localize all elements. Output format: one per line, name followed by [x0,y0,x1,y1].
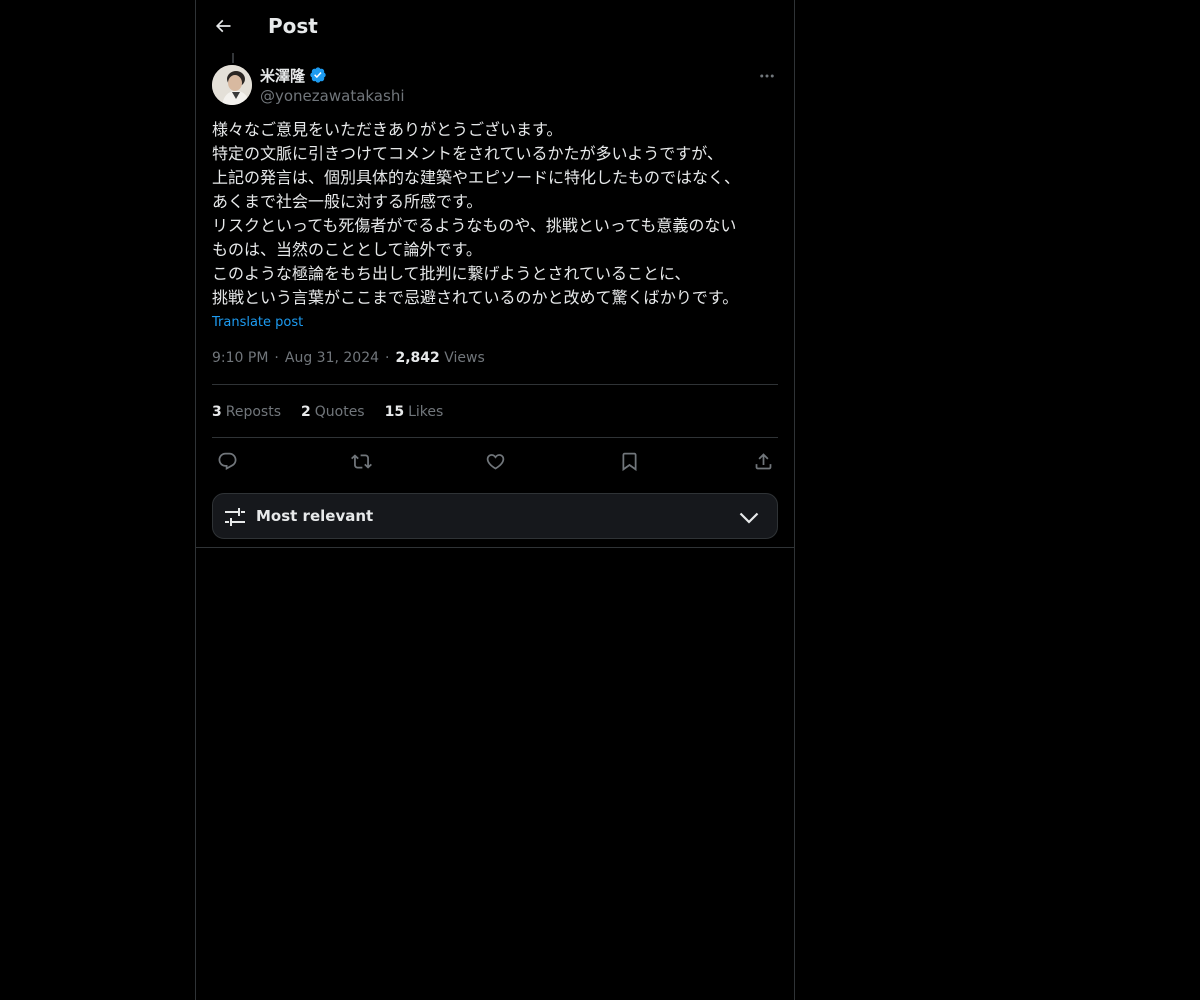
author-handle[interactable]: @yonezawatakashi [260,86,405,106]
views-label: Views [444,350,485,366]
quotes-stat[interactable]: 2 Quotes [301,402,365,422]
more-horizontal-icon [760,74,774,78]
meta-separator: · [274,350,279,366]
repost-button[interactable] [346,446,376,476]
author-name-row: 米澤隆 [260,64,327,86]
post-text-line: 特定の文脈に引きつけてコメントをされているかたが多いようですが、 [212,144,723,163]
post-text-line: 挑戦という言葉がここまで忌避されているのかと改めて驚くばかりです。 [212,288,739,307]
bookmark-icon [622,452,636,471]
quotes-count: 2 [301,404,311,420]
avatar[interactable] [212,65,252,105]
verified-badge-icon[interactable] [309,66,327,84]
post-text-line: あくまで社会一般に対する所感です。 [212,192,483,211]
translate-post-link[interactable]: Translate post [212,314,303,332]
avatar-image [212,65,252,105]
post-text-line: 様々なご意見をいただきありがとうございます。 [212,120,563,139]
post-text-line: このような極論をもち出して批判に繋げようとされていることに、 [212,264,691,283]
post-meta: 9:10 PM · Aug 31, 2024 · 2,842 Views [212,348,485,368]
post-header: Post [196,0,794,53]
main-column: Post 米澤隆 @yonezawatakashi 様々なご意見をいただきありが [195,0,795,1000]
meta-separator: · [385,350,390,366]
chevron-down-icon [739,512,759,524]
post-date[interactable]: Aug 31, 2024 [285,348,379,368]
arrow-left-icon [215,19,231,33]
reply-sort-dropdown[interactable]: Most relevant [212,493,778,539]
like-button[interactable] [480,446,510,476]
likes-stat[interactable]: 15 Likes [385,402,444,422]
share-icon [755,452,771,469]
author-display-name[interactable]: 米澤隆 [260,65,305,86]
reply-button[interactable] [212,446,242,476]
post-time[interactable]: 9:10 PM [212,348,268,368]
likes-count: 15 [384,404,405,420]
reposts-stat[interactable]: 3 Reposts [212,402,281,422]
post-text-line: ものは、当然のこととして論外です。 [212,240,482,259]
divider [212,384,778,385]
repost-icon [350,453,372,469]
more-options-button[interactable] [754,63,780,89]
reposts-count: 3 [212,404,222,420]
bookmark-button[interactable] [614,446,644,476]
likes-label: Likes [408,404,444,420]
page-title: Post [268,14,318,38]
reposts-label: Reposts [225,404,281,420]
post-text: 様々なご意見をいただきありがとうございます。 特定の文脈に引きつけてコメントをさ… [212,118,778,310]
post-actions [212,446,778,476]
back-button[interactable] [208,11,238,41]
thread-connector [232,53,234,63]
reply-icon [218,452,236,470]
post-text-line: 上記の発言は、個別具体的な建築やエピソードに特化したものではなく、 [212,168,741,187]
divider [212,437,778,438]
views-count: 2,842 [395,350,440,366]
divider [196,547,794,548]
post-text-line: リスクといっても死傷者がでるようなものや、挑戦といっても意義のない [212,216,737,235]
like-icon [486,453,504,470]
engagement-stats: 3 Reposts 2 Quotes 15 Likes [212,402,443,422]
share-button[interactable] [748,446,778,476]
sliders-icon [225,508,245,526]
quotes-label: Quotes [314,404,365,420]
sort-label: Most relevant [256,507,374,525]
